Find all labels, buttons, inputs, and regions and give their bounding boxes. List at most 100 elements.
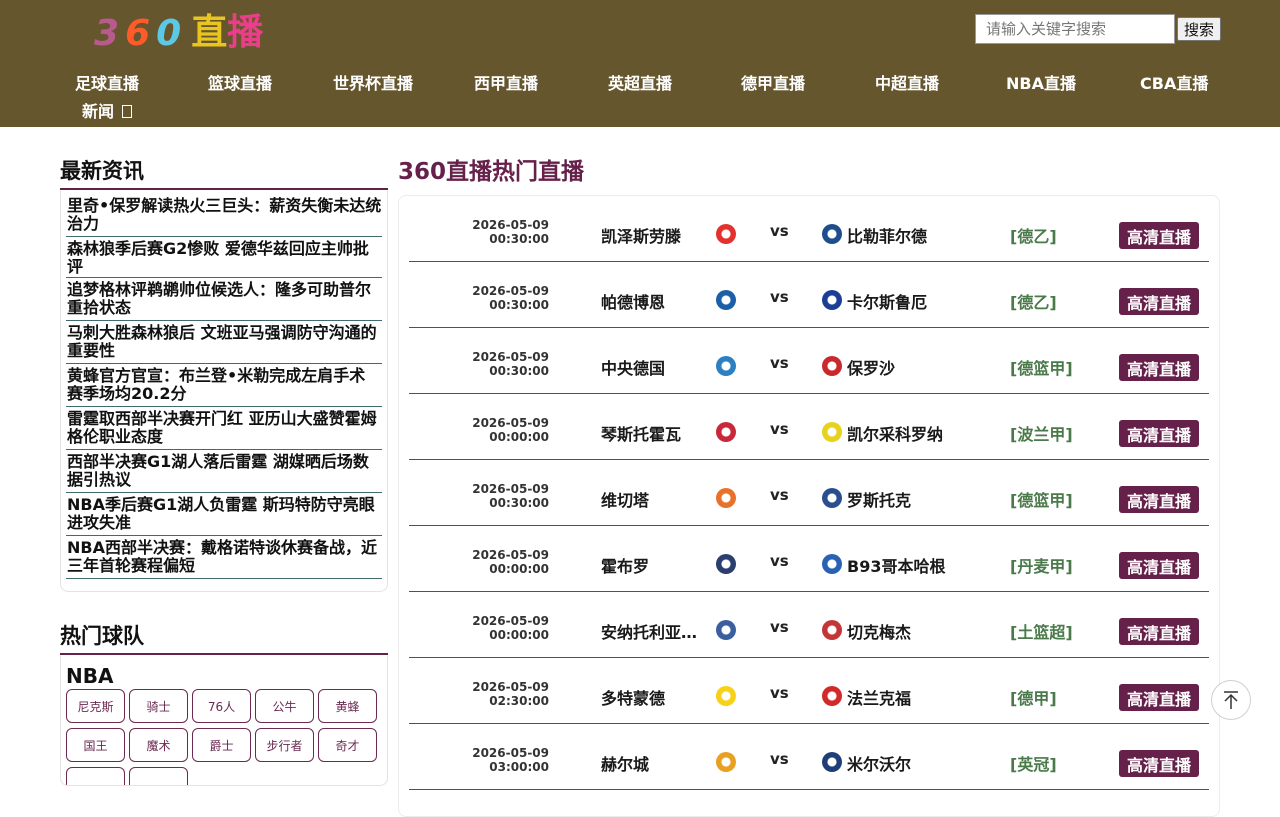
match-league[interactable]: [丹麦甲] <box>1010 553 1073 577</box>
match-league[interactable]: [德甲] <box>1010 685 1057 709</box>
match-row[interactable]: 2026-05-09 00:30:00 维切塔 vs 罗斯托克 [德篮甲] 高清直播 <box>409 460 1209 526</box>
news-item[interactable]: 森林狼季后赛G2惨败 爱德华兹回应主帅批评 <box>66 237 382 278</box>
match-time: 00:00:00 <box>489 628 549 642</box>
nav-item-bundesliga[interactable]: 德甲直播 <box>741 70 805 94</box>
nav-item-worldcup[interactable]: 世界杯直播 <box>333 70 413 94</box>
team-tag[interactable]: 公牛 <box>255 689 314 723</box>
hd-live-button[interactable]: 高清直播 <box>1119 552 1199 579</box>
team-tag[interactable]: 国王 <box>66 728 125 762</box>
team-tag[interactable]: 爵士 <box>192 728 251 762</box>
team-tag[interactable]: 步行者 <box>255 728 314 762</box>
news-item[interactable]: 里奇•保罗解读热火三巨头：薪资失衡未达统治力 <box>66 194 382 237</box>
match-date: 2026-05-09 <box>472 284 549 298</box>
team-tag[interactable]: 黄蜂 <box>318 689 377 723</box>
team-tag[interactable]: 尼克斯 <box>66 689 125 723</box>
nav-item-laliga[interactable]: 西甲直播 <box>474 70 538 94</box>
match-time: 03:00:00 <box>489 760 549 774</box>
away-team-logo-icon <box>822 752 842 772</box>
home-team-logo-icon <box>716 686 736 706</box>
match-league[interactable]: [英冠] <box>1010 751 1057 775</box>
match-row[interactable]: 2026-05-09 00:00:00 霍布罗 vs B93哥本哈根 [丹麦甲] 高清直播 <box>409 526 1209 592</box>
home-team-name[interactable]: 琴斯托霍瓦 <box>601 421 701 445</box>
nav-item-news[interactable]: 新闻 <box>82 98 132 122</box>
hd-live-button[interactable]: 高清直播 <box>1119 288 1199 315</box>
site-logo[interactable]: 3 6 0 直 播 <box>94 10 263 54</box>
logo-digit-0: 0 <box>156 13 184 54</box>
match-row[interactable]: 2026-05-09 03:00:00 赫尔城 vs 米尔沃尔 [英冠] 高清直播 <box>409 724 1209 790</box>
home-team-logo-icon <box>716 752 736 772</box>
nav-item-cba[interactable]: CBA直播 <box>1140 70 1208 94</box>
home-team-name[interactable]: 安纳托利亚埃费斯 <box>601 619 701 643</box>
hd-live-button[interactable]: 高清直播 <box>1119 486 1199 513</box>
home-team-name[interactable]: 维切塔 <box>601 487 701 511</box>
news-item[interactable]: NBA西部半决赛：戴格诺特谈休赛备战，近三年首轮赛程偏短 <box>66 536 382 579</box>
team-tag[interactable]: 骑士 <box>129 689 188 723</box>
team-tag[interactable]: 魔术 <box>129 728 188 762</box>
nav-item-nba[interactable]: NBA直播 <box>1006 70 1076 94</box>
search-input[interactable] <box>975 14 1175 44</box>
home-team-name[interactable]: 中央德国 <box>601 355 701 379</box>
home-team-name[interactable]: 多特蒙德 <box>601 685 701 709</box>
news-item[interactable]: 雷霆取西部半决赛开门红 亚历山大盛赞霍姆格伦职业态度 <box>66 407 382 450</box>
hd-live-button[interactable]: 高清直播 <box>1119 222 1199 249</box>
team-tag[interactable]: 76人 <box>192 689 251 723</box>
hd-live-button[interactable]: 高清直播 <box>1119 420 1199 447</box>
nav-item-premier-league[interactable]: 英超直播 <box>608 70 672 94</box>
away-team-name[interactable]: B93哥本哈根 <box>847 553 945 577</box>
away-team-logo-icon <box>822 422 842 442</box>
away-team-logo-icon <box>822 554 842 574</box>
hd-live-button[interactable]: 高清直播 <box>1119 354 1199 381</box>
home-team-logo-icon <box>716 620 736 640</box>
news-item[interactable]: 黄蜂官方官宣：布兰登•米勒完成左肩手术 赛季场均20.2分 <box>66 364 382 407</box>
news-item[interactable]: 马刺大胜森林狼后 文班亚马强调防守沟通的重要性 <box>66 321 382 364</box>
home-team-name[interactable]: 赫尔城 <box>601 751 701 775</box>
hd-live-button[interactable]: 高清直播 <box>1119 750 1199 777</box>
away-team-name[interactable]: 法兰克福 <box>847 685 911 709</box>
home-team-name[interactable]: 霍布罗 <box>601 553 701 577</box>
match-league[interactable]: [土篮超] <box>1010 619 1073 643</box>
home-team-name[interactable]: 帕德博恩 <box>601 289 701 313</box>
home-team-logo-icon <box>716 290 736 310</box>
match-league[interactable]: [德乙] <box>1010 223 1057 247</box>
away-team-name[interactable]: 切克梅杰 <box>847 619 911 643</box>
vs-label: vs <box>770 420 789 438</box>
nav-item-basketball[interactable]: 篮球直播 <box>208 70 272 94</box>
match-row[interactable]: 2026-05-09 02:30:00 多特蒙德 vs 法兰克福 [德甲] 高清直播 <box>409 658 1209 724</box>
news-item[interactable]: 西部半决赛G1湖人落后雷霆 湖媒晒后场数据引热议 <box>66 450 382 493</box>
nav-item-csl[interactable]: 中超直播 <box>875 70 939 94</box>
match-league[interactable]: [德乙] <box>1010 289 1057 313</box>
match-row[interactable]: 2026-05-09 00:30:00 凯泽斯劳滕 vs 比勒菲尔德 [德乙] 高清直播 <box>409 196 1209 262</box>
away-team-name[interactable]: 罗斯托克 <box>847 487 911 511</box>
match-league[interactable]: [德篮甲] <box>1010 487 1073 511</box>
match-time: 02:30:00 <box>489 694 549 708</box>
team-tag[interactable] <box>66 767 125 785</box>
search-button[interactable]: 搜索 <box>1177 17 1222 41</box>
vs-label: vs <box>770 618 789 636</box>
nav-item-football[interactable]: 足球直播 <box>75 70 139 94</box>
away-team-logo-icon <box>822 686 842 706</box>
match-date: 2026-05-09 <box>472 218 549 232</box>
vs-label: vs <box>770 354 789 372</box>
news-item[interactable]: 追梦格林评鹈鹕帅位候选人：隆多可助普尔重拾状态 <box>66 278 382 321</box>
hd-live-button[interactable]: 高清直播 <box>1119 618 1199 645</box>
team-tag[interactable] <box>129 767 188 785</box>
match-row[interactable]: 2026-05-09 00:30:00 帕德博恩 vs 卡尔斯鲁厄 [德乙] 高清直播 <box>409 262 1209 328</box>
back-to-top-button[interactable] <box>1211 680 1251 720</box>
hd-live-button[interactable]: 高清直播 <box>1119 684 1199 711</box>
match-row[interactable]: 2026-05-0900:00:00 安纳托利亚埃费斯 vs 切克梅杰 [土篮超] 高清直… <box>409 592 1209 658</box>
match-time: 00:00:00 <box>489 562 549 576</box>
match-league[interactable]: [德篮甲] <box>1010 355 1073 379</box>
match-league[interactable]: [波兰甲] <box>1010 421 1073 445</box>
match-row[interactable]: 2026-05-09 00:00:00 琴斯托霍瓦 vs 凯尔采科罗纳 [波兰甲] 高清直播 <box>409 394 1209 460</box>
match-date: 2026-05-09 <box>472 482 549 496</box>
arrow-up-icon <box>1224 691 1238 709</box>
away-team-name[interactable]: 卡尔斯鲁厄 <box>847 289 927 313</box>
home-team-name[interactable]: 凯泽斯劳滕 <box>601 223 701 247</box>
match-row[interactable]: 2026-05-09 00:30:00 中央德国 vs 保罗沙 [德篮甲] 高清直播 <box>409 328 1209 394</box>
away-team-name[interactable]: 比勒菲尔德 <box>847 223 927 247</box>
away-team-name[interactable]: 保罗沙 <box>847 355 895 379</box>
news-item[interactable]: NBA季后赛G1湖人负雷霆 斯玛特防守亮眼进攻失准 <box>66 493 382 536</box>
away-team-name[interactable]: 凯尔采科罗纳 <box>847 421 943 445</box>
away-team-name[interactable]: 米尔沃尔 <box>847 751 911 775</box>
team-tag[interactable]: 奇才 <box>318 728 377 762</box>
